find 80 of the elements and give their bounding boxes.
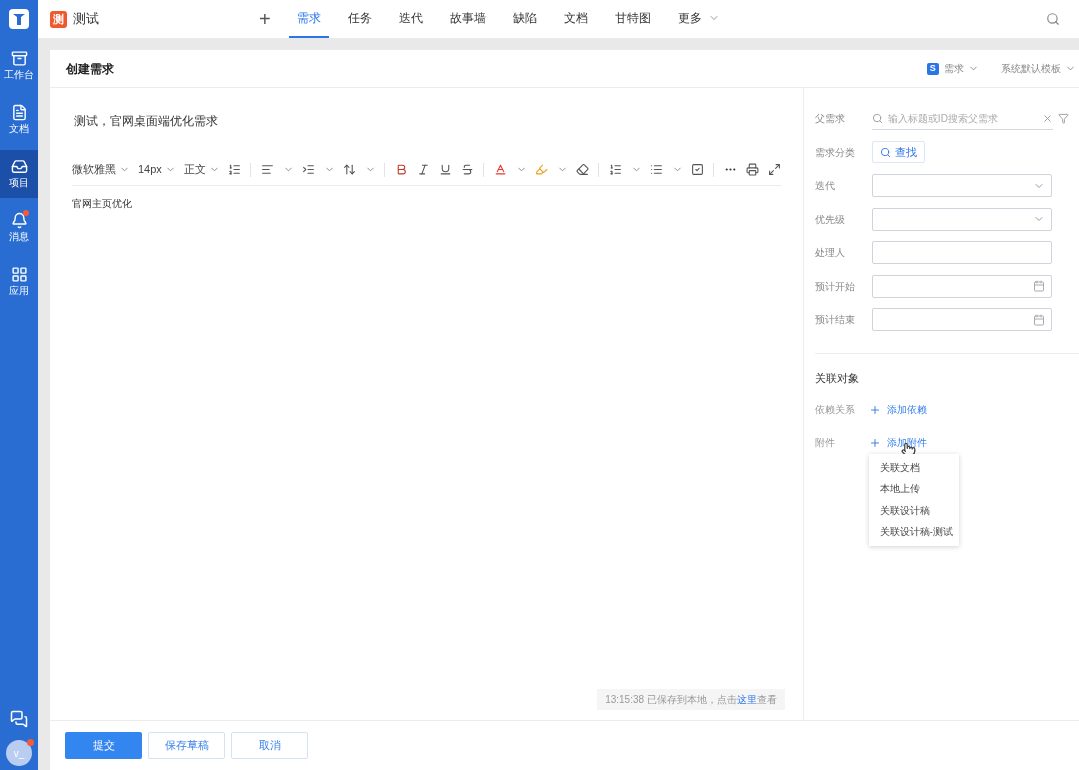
bell-icon <box>10 212 28 229</box>
printer-icon[interactable] <box>745 163 759 176</box>
find-button[interactable]: 查找 <box>871 141 925 164</box>
project-name[interactable]: 测试 <box>73 9 99 29</box>
inbox-icon <box>10 158 28 175</box>
eraser-icon[interactable] <box>575 163 589 176</box>
secondary-button[interactable]: 取消 <box>231 732 308 759</box>
line-spacing-icon[interactable] <box>227 163 241 176</box>
checkbox-icon[interactable] <box>690 163 704 176</box>
nav-tab[interactable]: 缺陷 <box>504 0 545 38</box>
strikethrough-icon[interactable] <box>460 163 474 176</box>
autosave-note: 13:15:38 已保存到本地，点击这里查看 <box>597 689 785 710</box>
section-title: 关联对象 <box>814 370 860 386</box>
search-icon[interactable] <box>1045 12 1060 26</box>
nav-tab[interactable]: 更多 <box>669 0 728 38</box>
plus-icon <box>868 403 881 416</box>
field-label: 附件 <box>814 436 836 450</box>
select-field[interactable] <box>871 207 1052 231</box>
page-title: 创建需求 <box>66 60 114 78</box>
field-label: 需求分类 <box>814 145 856 160</box>
sidebar-item[interactable]: 应用 <box>0 258 38 306</box>
toolbar-dropdown[interactable]: 微软雅黑 <box>72 161 130 178</box>
ordered-list-icon[interactable] <box>608 163 622 176</box>
sidebar-item[interactable]: 文档 <box>0 96 38 144</box>
toolbar-dropdown[interactable]: 14px <box>138 161 176 178</box>
italic-icon[interactable] <box>416 163 430 176</box>
close-icon[interactable] <box>1041 112 1053 124</box>
sidebar-item[interactable]: 消息 <box>0 204 38 252</box>
line-height-icon[interactable] <box>342 163 356 176</box>
title-field[interactable]: 测试，官网桌面端优化需求 <box>74 112 803 130</box>
template-dropdown[interactable]: 系统默认模板 <box>1000 61 1076 76</box>
menu-item[interactable]: 关联设计稿 <box>868 500 959 522</box>
nav-tab[interactable]: 故事墙 <box>441 0 494 38</box>
sidebar-item[interactable]: 项目 <box>0 150 38 198</box>
field-label: 预计开始 <box>814 279 856 294</box>
editor-text[interactable]: 官网主页优化 <box>72 196 803 211</box>
sidebar-item[interactable]: 工作台 <box>0 42 38 90</box>
grid-icon <box>10 266 28 283</box>
field-label: 依赖关系 <box>814 403 856 417</box>
nav-tab[interactable]: 任务 <box>339 0 380 38</box>
nav-tab[interactable]: 需求 <box>288 0 329 38</box>
fullscreen-icon[interactable] <box>767 163 781 176</box>
submit-button[interactable]: 提交 <box>65 732 142 759</box>
date-field[interactable] <box>871 274 1052 298</box>
menu-item[interactable]: 本地上传 <box>868 478 959 500</box>
bullet-list-icon[interactable] <box>649 163 663 176</box>
app-logo-icon[interactable] <box>8 8 30 30</box>
menu-item[interactable]: 关联设计稿-测试 <box>868 521 959 543</box>
search-icon <box>879 146 891 158</box>
calendar-icon <box>1032 313 1045 326</box>
type-badge: S <box>926 62 939 75</box>
date-field[interactable] <box>871 308 1052 332</box>
add-button[interactable]: + <box>259 9 271 29</box>
nav-tab[interactable]: 文档 <box>555 0 596 38</box>
chat-icon[interactable] <box>10 710 28 728</box>
text-color-icon[interactable] <box>493 163 507 176</box>
input-field[interactable] <box>871 241 1052 265</box>
plus-icon <box>868 436 881 449</box>
secondary-button[interactable]: 保存草稿 <box>148 732 225 759</box>
archive-icon <box>10 50 28 67</box>
nav-tab[interactable]: 迭代 <box>390 0 431 38</box>
project-badge: 测 <box>50 10 67 28</box>
nav-tab[interactable]: 甘特图 <box>606 0 659 38</box>
search-icon <box>871 112 883 124</box>
document-icon <box>10 104 28 121</box>
select-field[interactable] <box>871 174 1052 198</box>
type-dropdown[interactable]: 需求 <box>943 61 979 76</box>
menu-item[interactable]: 关联文档 <box>868 457 959 479</box>
field-label: 迭代 <box>814 179 836 194</box>
field-label: 父需求 <box>814 112 846 127</box>
field-label: 处理人 <box>814 246 846 261</box>
calendar-icon <box>1032 280 1045 293</box>
align-left-icon[interactable] <box>260 163 274 176</box>
field-label: 预计结束 <box>814 313 856 328</box>
toolbar-dropdown[interactable]: 正文 <box>183 161 220 178</box>
field-label: 优先级 <box>814 212 846 227</box>
underline-icon[interactable] <box>438 163 452 176</box>
view-link[interactable]: 这里 <box>736 694 757 705</box>
indent-icon[interactable] <box>301 163 315 176</box>
add-link[interactable]: 添加依赖 <box>868 402 927 417</box>
